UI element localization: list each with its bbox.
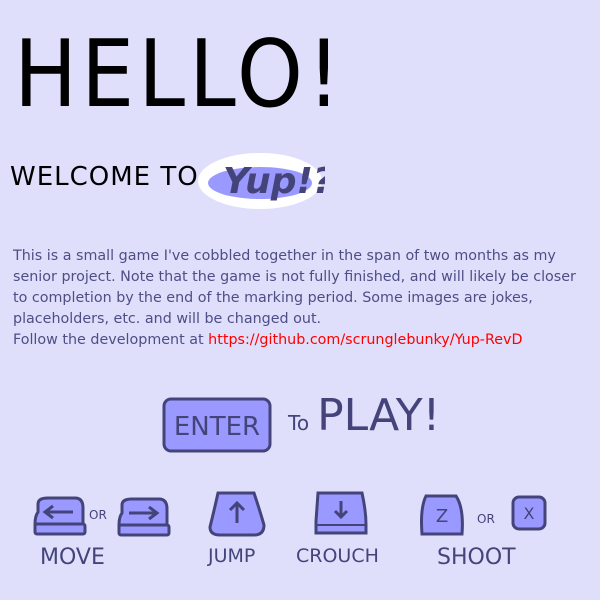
github-link[interactable]: https://github.com/scrunglebunky/Yup-Rev… [208, 332, 522, 348]
shoot-label: SHOOT [437, 545, 516, 570]
jump-label: JUMP [208, 545, 256, 567]
to-text: To [288, 411, 310, 435]
hello-heading: HELLO! [14, 20, 345, 128]
or-text: OR [89, 508, 107, 522]
z-key-label: Z [436, 506, 448, 527]
crouch-label: CROUCH [296, 545, 379, 567]
logo-text: Yup!? [223, 161, 325, 202]
z-key-icon: Z [420, 494, 466, 540]
move-label: MOVE [40, 545, 105, 570]
down-arrow-key-icon [314, 491, 370, 541]
to-play-text: To PLAY! [288, 390, 440, 441]
yup-logo: Yup!? [195, 143, 334, 213]
enter-key-label: ENTER [174, 412, 260, 442]
x-key-icon: X [511, 495, 547, 535]
welcome-text: WELCOME TO [10, 162, 199, 192]
follow-text: Follow the development at [13, 332, 209, 348]
up-arrow-key-icon [208, 491, 268, 543]
x-key-label: X [524, 504, 535, 523]
left-arrow-key-icon [33, 496, 89, 542]
description: This is a small game I've cobbled togeth… [13, 246, 593, 351]
play-text: PLAY! [317, 390, 441, 441]
right-arrow-key-icon [117, 497, 173, 543]
enter-key-icon: ENTER [162, 397, 272, 453]
description-text: This is a small game I've cobbled togeth… [13, 248, 576, 327]
or-text: OR [477, 512, 495, 526]
